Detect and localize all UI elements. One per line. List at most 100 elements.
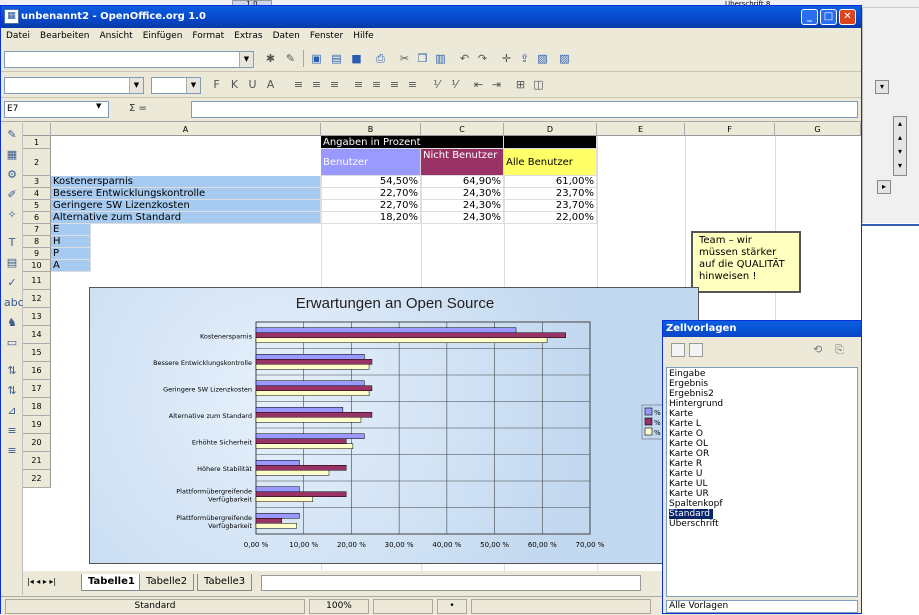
column-header[interactable]: B xyxy=(321,123,421,136)
title-bar[interactable]: ▦ unbenannt2 - OpenOffice.org 1.0 _ □ ✕ xyxy=(1,6,861,28)
formula-input[interactable] xyxy=(191,101,858,118)
style-filter-select[interactable]: Alle Vorlagen xyxy=(666,600,858,613)
column-header[interactable]: D xyxy=(504,123,597,136)
paste-icon[interactable]: ▥ xyxy=(433,51,448,66)
indent-icon[interactable]: ⇤ xyxy=(471,77,486,92)
chevron-down-icon[interactable]: ▼ xyxy=(239,52,253,67)
table-cell[interactable]: 24,30% xyxy=(421,212,504,224)
list-item[interactable]: Karte UL xyxy=(669,479,855,489)
decimal-remove-icon[interactable]: ⅟ xyxy=(447,77,462,92)
list-item[interactable]: Spaltenkopf xyxy=(669,499,855,509)
chart-insert-icon[interactable]: ▤ xyxy=(4,255,20,271)
menu-format[interactable]: Format xyxy=(187,29,229,43)
style-combo[interactable]: ▼ xyxy=(4,77,144,94)
table-cell[interactable]: P xyxy=(51,248,91,260)
undo-icon[interactable]: ↶ xyxy=(457,51,472,66)
new-style-icon[interactable]: ⎘ xyxy=(835,343,844,357)
text-color-icon[interactable]: A xyxy=(263,77,278,92)
redo-icon[interactable]: ↷ xyxy=(475,51,490,66)
row-header[interactable]: 22 xyxy=(23,470,51,488)
row-header[interactable]: 17 xyxy=(23,380,51,398)
table-cell[interactable]: 23,70% xyxy=(504,188,597,200)
list-item[interactable]: Karte OL xyxy=(669,439,855,449)
row-header[interactable]: 5 xyxy=(23,200,51,212)
row-header[interactable]: 1 xyxy=(23,136,51,149)
list-item[interactable]: Ergebnis xyxy=(669,379,855,389)
datasource-icon[interactable]: ▧ xyxy=(535,51,550,66)
scroll-down-icon[interactable]: ▾ xyxy=(875,80,889,94)
insert-object-icon[interactable]: ⚙ xyxy=(4,167,20,183)
align-left-icon[interactable]: ≡ xyxy=(291,77,306,92)
new-doc-icon[interactable]: ▣ xyxy=(309,51,324,66)
table-cell[interactable]: 22,70% xyxy=(321,188,421,200)
standard-filter-icon[interactable]: ≡ xyxy=(4,423,20,439)
page-styles-icon[interactable] xyxy=(689,343,703,357)
chevron-down-icon[interactable]: ▼ xyxy=(96,102,101,110)
horizontal-scrollbar[interactable] xyxy=(261,575,641,591)
navigator-icon[interactable]: ✛ xyxy=(499,51,514,66)
list-item[interactable]: Eingabe xyxy=(669,369,855,379)
styles-list[interactable]: Eingabe Ergebnis Ergebnis2 Hintergrund K… xyxy=(666,367,858,597)
decimal-add-icon[interactable]: ⅟ xyxy=(429,77,444,92)
merge-icon[interactable]: ≡ xyxy=(369,77,384,92)
row-header[interactable]: 8 xyxy=(23,236,51,248)
table-cell[interactable]: H xyxy=(51,236,91,248)
outdent-icon[interactable]: ⇥ xyxy=(489,77,504,92)
table-cell[interactable]: 64,90% xyxy=(421,176,504,188)
table-cell[interactable]: 54,50% xyxy=(321,176,421,188)
table-cell[interactable]: 24,30% xyxy=(421,188,504,200)
menu-ansicht[interactable]: Ansicht xyxy=(94,29,137,43)
table-cell[interactable]: Bessere Entwicklungskontrolle xyxy=(51,188,321,200)
url-combo[interactable]: ▼ xyxy=(4,51,254,68)
list-item[interactable]: Überschrift xyxy=(669,519,855,529)
corner-cell[interactable] xyxy=(23,123,51,136)
close-button[interactable]: ✕ xyxy=(839,9,856,25)
row-header[interactable]: 6 xyxy=(23,212,51,224)
menu-einfuegen[interactable]: Einfügen xyxy=(138,29,188,43)
stop-icon[interactable]: ✱ xyxy=(263,51,278,66)
menu-fenster[interactable]: Fenster xyxy=(305,29,348,43)
list-item[interactable]: Karte OR xyxy=(669,449,855,459)
abc-icon[interactable]: ✓ xyxy=(4,275,20,291)
list-item[interactable]: Karte L xyxy=(669,419,855,429)
menu-daten[interactable]: Daten xyxy=(268,29,305,43)
datasource-toggle-icon[interactable]: ▭ xyxy=(4,335,20,351)
cell-styles-icon[interactable] xyxy=(671,343,685,357)
tab-tabelle1[interactable]: Tabelle1 xyxy=(81,574,142,591)
column-header[interactable]: E xyxy=(597,123,685,136)
row-header[interactable]: 10 xyxy=(23,260,51,272)
menu-datei[interactable]: Datei xyxy=(1,29,35,43)
table-cell[interactable]: 22,00% xyxy=(504,212,597,224)
table-cell[interactable]: Geringere SW Lizenzkosten xyxy=(51,200,321,212)
underline-icon[interactable]: U xyxy=(245,77,260,92)
row-header[interactable]: 4 xyxy=(23,188,51,200)
scroll-right-icon[interactable]: ▸ xyxy=(877,180,891,194)
row-header[interactable]: 19 xyxy=(23,416,51,434)
autofilter-icon[interactable]: ≡ xyxy=(4,443,20,459)
list-item[interactable]: Karte O xyxy=(669,429,855,439)
header-alle-benutzer[interactable]: Alle Benutzer xyxy=(504,149,597,176)
border-icon[interactable]: ⊞ xyxy=(513,77,528,92)
chevron-down-icon[interactable]: ▼ xyxy=(129,78,143,93)
comment-note[interactable]: Team – wir müssen stärker auf die QUALIT… xyxy=(691,231,801,293)
font-color-icon[interactable]: F xyxy=(209,77,224,92)
spellcheck-icon[interactable]: abc xyxy=(4,295,24,311)
tab-tabelle3[interactable]: Tabelle3 xyxy=(197,574,253,591)
cut-icon[interactable]: ✂ xyxy=(397,51,412,66)
text-icon[interactable]: T xyxy=(4,235,20,251)
chart-object[interactable]: Erwartungen an Open Source 0,00 % 10,00 % 2… xyxy=(89,287,699,564)
table-cell[interactable]: A xyxy=(51,260,91,272)
align-right-icon[interactable]: ≡ xyxy=(327,77,342,92)
draw-icon[interactable]: ✐ xyxy=(4,187,20,203)
chart-icon[interactable]: ▨ xyxy=(557,51,572,66)
row-header[interactable]: 14 xyxy=(23,326,51,344)
column-header[interactable]: G xyxy=(775,123,861,136)
filter-icon[interactable]: ⊿ xyxy=(4,403,20,419)
row-header[interactable]: 16 xyxy=(23,362,51,380)
font-size-combo[interactable]: ▼ xyxy=(151,77,201,94)
table-cell[interactable]: 24,30% xyxy=(421,200,504,212)
chevron-down-icon[interactable]: ▼ xyxy=(186,78,200,93)
function-icons[interactable]: Σ = xyxy=(129,103,147,114)
row-header[interactable]: 20 xyxy=(23,434,51,452)
fill-format-icon[interactable]: ⟲ xyxy=(813,343,822,356)
